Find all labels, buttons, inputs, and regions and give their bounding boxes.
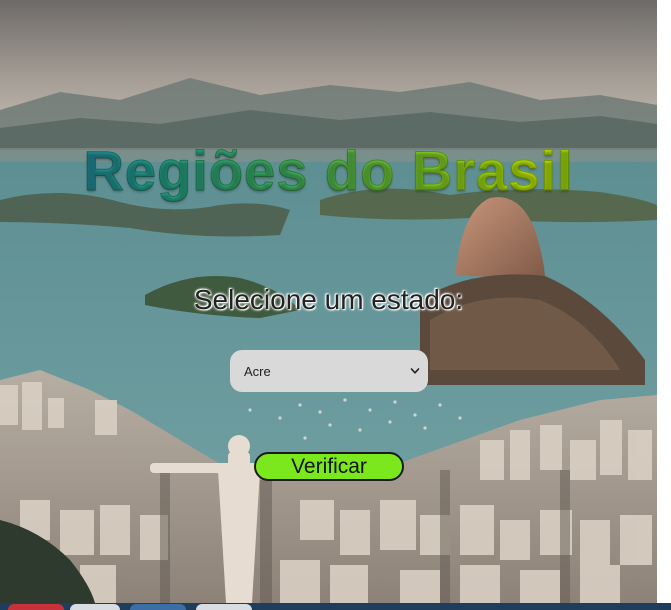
- verify-button[interactable]: Verificar: [254, 452, 404, 481]
- state-select[interactable]: Acre: [230, 350, 428, 392]
- taskbar-app-icon[interactable]: [196, 604, 252, 610]
- taskbar-app-icon[interactable]: [8, 604, 64, 610]
- os-taskbar: [0, 603, 671, 610]
- select-prompt-label: Selecione um estado:: [193, 284, 464, 315]
- page-title: Regiões do Brasil: [0, 138, 657, 203]
- taskbar-app-icon[interactable]: [70, 604, 120, 610]
- state-select-value: Acre: [244, 363, 271, 379]
- chevron-down-icon: [410, 368, 420, 374]
- taskbar-app-icon[interactable]: [130, 604, 186, 610]
- page-edge: [657, 0, 671, 610]
